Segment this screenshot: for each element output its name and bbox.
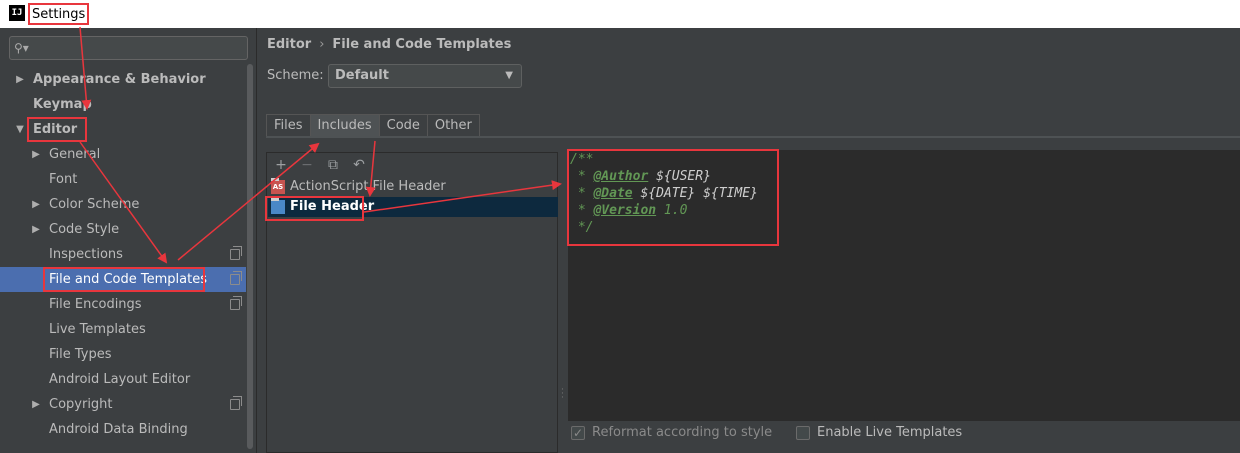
template-editor[interactable]: /** * @Author ${USER} * @Date ${DATE} ${… <box>568 150 1240 421</box>
code-line-1: /** <box>570 152 594 167</box>
version-value: 1.0 <box>656 203 688 218</box>
tab-files[interactable]: Files <box>266 114 311 137</box>
enable-live-templates-label: Enable Live Templates <box>817 425 963 440</box>
splitter-handle[interactable]: · · · <box>561 386 565 403</box>
sidebar-item-live-templates[interactable]: Live Templates <box>0 317 246 342</box>
collapsed-arrow-icon[interactable]: ▶ <box>14 67 26 92</box>
template-variable: ${USER} <box>656 169 711 184</box>
sidebar-item-copyright[interactable]: ▶ Copyright <box>0 392 246 417</box>
sidebar-item-label: Android Layout Editor <box>49 372 191 387</box>
collapsed-arrow-icon[interactable]: ▶ <box>30 142 42 167</box>
list-item-label: ActionScript File Header <box>290 179 446 194</box>
sidebar-item-keymap[interactable]: Keymap <box>0 92 246 117</box>
project-scope-icon <box>230 246 242 260</box>
sidebar-item-font[interactable]: Font <box>0 167 246 192</box>
actionscript-file-icon: AS <box>271 178 285 194</box>
sidebar-item-label: Android Data Binding <box>49 422 188 437</box>
sidebar-divider <box>256 28 257 453</box>
sidebar-item-label: Editor <box>33 122 78 137</box>
template-tabs: Files Includes Code Other <box>266 114 480 138</box>
reformat-label: Reformat according to style <box>592 425 773 440</box>
list-item-label: File Header <box>290 199 375 214</box>
template-list-panel: + − ⧉ ↶ AS ActionScript File Header File… <box>266 152 558 453</box>
sidebar-item-label: Appearance & Behavior <box>33 72 206 87</box>
reformat-checkbox[interactable] <box>571 425 585 441</box>
enable-live-templates-option[interactable]: Enable Live Templates <box>796 424 962 442</box>
tab-other[interactable]: Other <box>426 114 480 137</box>
sidebar-item-inspections[interactable]: Inspections <box>0 242 246 267</box>
list-item-file-header[interactable]: File Header <box>268 197 558 217</box>
sidebar-item-android-layout-editor[interactable]: Android Layout Editor <box>0 367 246 392</box>
sidebar-item-general[interactable]: ▶ General <box>0 142 246 167</box>
collapsed-arrow-icon[interactable]: ▶ <box>30 192 42 217</box>
search-input[interactable] <box>36 39 241 57</box>
breadcrumb-parent[interactable]: Editor <box>267 37 311 52</box>
scheme-label: Scheme: <box>267 68 324 83</box>
breadcrumb: Editor › File and Code Templates <box>267 36 511 54</box>
sidebar-item-file-types[interactable]: File Types <box>0 342 246 367</box>
file-template-icon <box>271 198 285 214</box>
sidebar-item-label: General <box>49 147 101 162</box>
collapsed-arrow-icon[interactable]: ▶ <box>30 217 42 242</box>
sidebar-scrollbar[interactable] <box>246 62 254 453</box>
comment-star: * <box>570 186 594 201</box>
scheme-value: Default <box>335 68 389 83</box>
add-template-icon[interactable]: + <box>273 157 289 173</box>
sidebar-item-label: Color Scheme <box>49 197 140 212</box>
code-line-5: */ <box>570 220 594 235</box>
collapsed-arrow-icon[interactable]: ▶ <box>30 392 42 417</box>
comment-star: * <box>570 169 594 184</box>
list-toolbar: + − ⧉ ↶ <box>273 157 367 177</box>
enable-live-templates-checkbox[interactable] <box>796 426 810 440</box>
scheme-dropdown[interactable]: Default ▼ <box>328 64 522 88</box>
sidebar-item-android-data-binding[interactable]: Android Data Binding <box>0 417 246 442</box>
sidebar-item-label: Font <box>49 172 78 187</box>
reformat-option[interactable]: Reformat according to style <box>571 424 772 442</box>
sidebar-item-label: File Encodings <box>49 297 142 312</box>
sidebar-item-label: Inspections <box>49 247 123 262</box>
chevron-down-icon: ▼ <box>505 70 513 81</box>
code-line-2: * @Author ${USER} <box>570 168 711 185</box>
sidebar-item-file-encodings[interactable]: File Encodings <box>0 292 246 317</box>
sidebar-item-label: Live Templates <box>49 322 146 337</box>
tab-strip <box>266 136 1240 138</box>
sidebar-item-label: File and Code Templates <box>49 272 207 287</box>
remove-template-icon[interactable]: − <box>299 157 315 173</box>
scrollbar-thumb[interactable] <box>247 64 253 449</box>
settings-search[interactable]: ⚲▾ <box>9 36 248 60</box>
reset-template-icon[interactable]: ↶ <box>351 157 367 173</box>
sidebar-item-label: Code Style <box>49 222 120 237</box>
breadcrumb-current: File and Code Templates <box>332 37 512 52</box>
javadoc-tag: @Author <box>593 169 649 184</box>
tab-code[interactable]: Code <box>378 114 428 137</box>
list-item-actionscript-header[interactable]: AS ActionScript File Header <box>268 177 558 197</box>
sidebar-item-label: Copyright <box>49 397 113 412</box>
project-scope-icon <box>230 271 242 285</box>
copy-template-icon[interactable]: ⧉ <box>325 157 341 173</box>
title-bar: IJ Settings <box>0 0 1240 28</box>
window-title: Settings <box>28 3 90 25</box>
project-scope-icon <box>230 296 242 310</box>
javadoc-tag: @Version <box>593 203 657 218</box>
sidebar-item-editor[interactable]: ▼ Editor <box>0 117 246 142</box>
template-variable: ${DATE} <box>640 186 696 201</box>
search-icon[interactable]: ⚲▾ <box>14 40 34 56</box>
code-line-4: * @Version 1.0 <box>570 202 688 219</box>
breadcrumb-separator: › <box>319 37 325 52</box>
javadoc-tag: @Date <box>593 186 633 201</box>
tab-includes[interactable]: Includes <box>309 114 380 137</box>
sidebar-item-label: Keymap <box>33 97 92 112</box>
sidebar-item-color-scheme[interactable]: ▶ Color Scheme <box>0 192 246 217</box>
template-variable: ${TIME} <box>703 186 758 201</box>
project-scope-icon <box>230 396 242 410</box>
app-logo-icon: IJ <box>9 5 25 21</box>
code-line-3: * @Date ${DATE} ${TIME} <box>570 185 758 202</box>
sidebar-item-file-and-code-templates[interactable]: File and Code Templates <box>0 267 246 292</box>
sidebar-item-label: File Types <box>49 347 112 362</box>
expanded-arrow-icon[interactable]: ▼ <box>14 117 26 142</box>
sidebar-item-appearance-behavior[interactable]: ▶ Appearance & Behavior <box>0 67 246 92</box>
comment-star: * <box>570 203 594 218</box>
sidebar-item-code-style[interactable]: ▶ Code Style <box>0 217 246 242</box>
